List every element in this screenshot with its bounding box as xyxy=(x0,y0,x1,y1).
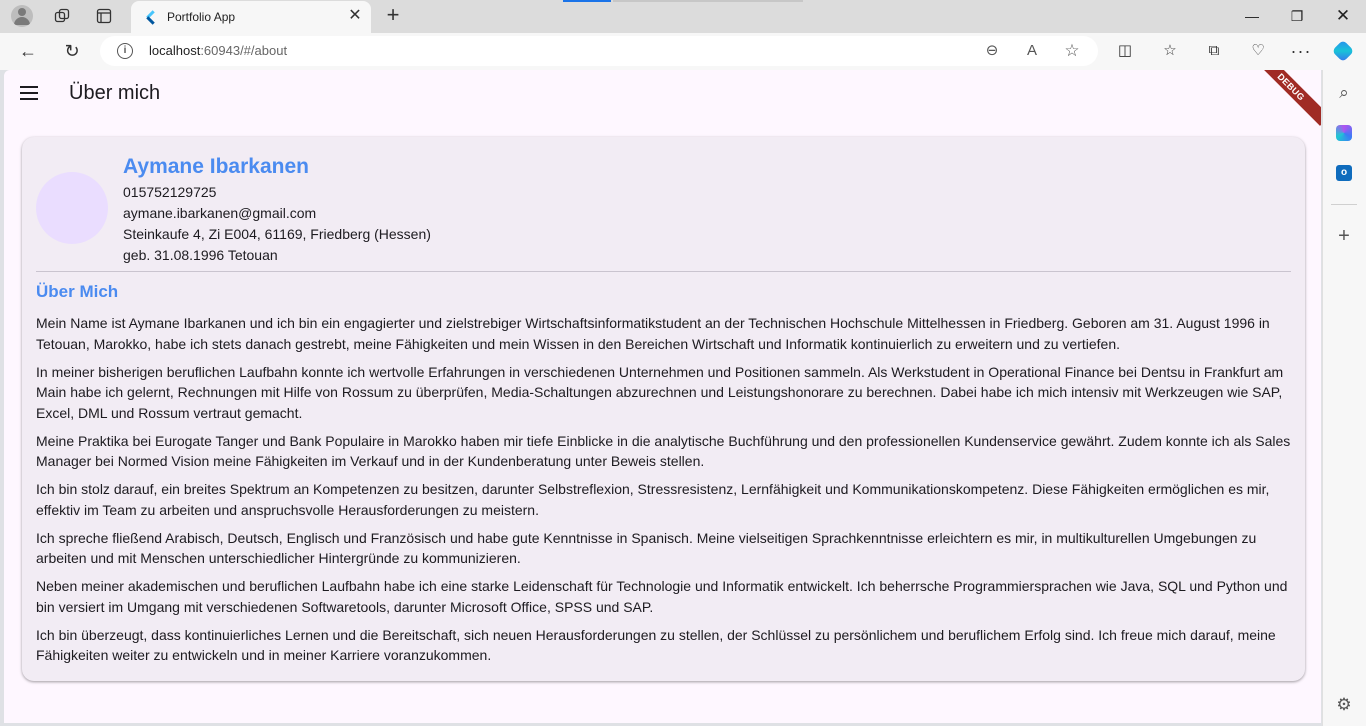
add-favorite-icon[interactable]: ☆ xyxy=(1062,41,1082,61)
about-paragraph: Neben meiner akademischen und berufliche… xyxy=(36,578,1288,615)
url-host: localhost xyxy=(149,43,201,58)
minimize-button[interactable]: — xyxy=(1242,6,1262,26)
url-path: :60943/#/about xyxy=(200,43,288,58)
flutter-logo-icon xyxy=(143,10,157,25)
hamburger-menu-icon[interactable] xyxy=(20,86,38,100)
tab-title: Portfolio App xyxy=(167,10,236,24)
sidebar-settings-icon[interactable]: ⚙ xyxy=(1333,694,1355,716)
profile-phone: 015752129725 xyxy=(123,184,217,200)
search-icon[interactable]: ⌕ xyxy=(1333,82,1355,104)
page-title: Über mich xyxy=(69,82,161,104)
about-paragraph: In meiner bisherigen beruflichen Laufbah… xyxy=(36,363,1284,421)
tab-actions-icon[interactable] xyxy=(93,5,115,27)
profile-address: Steinkaufe 4, Zi E004, 61169, Friedberg … xyxy=(123,226,431,242)
browser-toolbar: ← ↻ i localhost:60943/#/about ⊖ A ☆ ◫ ☆ … xyxy=(0,33,1366,70)
tab-drag-indicator-secondary xyxy=(613,0,803,2)
about-paragraph: Meine Praktika bei Eurogate Tanger und B… xyxy=(36,432,1291,470)
site-info-icon[interactable]: i xyxy=(117,43,133,59)
add-sidebar-app-icon[interactable]: + xyxy=(1333,225,1355,247)
profile-birth: geb. 31.08.1996 Tetouan xyxy=(123,247,278,263)
app-bar: Über mich xyxy=(4,70,1321,118)
microsoft-365-icon[interactable] xyxy=(1333,122,1355,144)
about-paragraph: Mein Name ist Aymane Ibarkanen und ich b… xyxy=(36,315,1270,352)
tab-portfolio-app[interactable]: Portfolio App ✕ xyxy=(131,1,371,33)
outlook-letter: o xyxy=(1336,165,1352,181)
about-text: Mein Name ist Aymane Ibarkanen und ich b… xyxy=(36,313,1294,673)
about-card: Aymane Ibarkanen 015752129725 aymane.iba… xyxy=(22,137,1305,681)
avatar xyxy=(36,172,108,244)
address-bar[interactable]: i localhost:60943/#/about ⊖ A ☆ xyxy=(100,36,1098,66)
sidebar-divider xyxy=(1331,204,1357,205)
about-paragraph: Ich spreche fließend Arabisch, Deutsch, … xyxy=(36,529,1257,567)
about-heading: Über Mich xyxy=(36,282,119,301)
profile-email: aymane.ibarkanen@gmail.com xyxy=(123,205,317,221)
url-text[interactable]: localhost:60943/#/about xyxy=(149,43,287,58)
more-menu-icon[interactable]: ··· xyxy=(1290,40,1312,62)
split-screen-icon[interactable]: ◫ xyxy=(1114,40,1136,62)
favorites-icon[interactable]: ☆ xyxy=(1159,40,1181,62)
close-window-button[interactable]: ✕ xyxy=(1333,6,1353,26)
profile-name: Aymane Ibarkanen xyxy=(123,155,309,178)
maximize-button[interactable]: ❐ xyxy=(1287,6,1307,26)
zoom-out-icon[interactable]: ⊖ xyxy=(982,41,1002,61)
back-button[interactable]: ← xyxy=(17,40,39,62)
browser-essentials-icon[interactable]: ♡ xyxy=(1247,40,1269,62)
read-aloud-icon[interactable]: A xyxy=(1022,41,1042,61)
browser-tab-strip: Portfolio App ✕ + — ❐ ✕ xyxy=(0,0,1366,33)
new-tab-button[interactable]: + xyxy=(381,4,405,28)
collections-icon[interactable]: ⧉ xyxy=(1203,40,1225,62)
workspaces-icon[interactable] xyxy=(51,5,73,27)
app-viewport: Über mich DEBUG Aymane Ibarkanen 0157521… xyxy=(4,70,1321,723)
close-tab-icon[interactable]: ✕ xyxy=(347,8,363,24)
profile-icon[interactable] xyxy=(11,5,33,27)
reload-button[interactable]: ↻ xyxy=(61,40,83,62)
copilot-icon[interactable] xyxy=(1331,39,1355,63)
about-paragraph: Ich bin überzeugt, dass kontinuierliches… xyxy=(36,626,1276,664)
browser-sidebar: ⌕ o + ⚙ xyxy=(1322,70,1366,726)
about-paragraph: Ich bin stolz darauf, ein breites Spektr… xyxy=(36,481,1270,518)
tab-drag-indicator xyxy=(563,0,611,2)
card-divider xyxy=(36,271,1291,272)
outlook-icon[interactable]: o xyxy=(1333,162,1355,184)
